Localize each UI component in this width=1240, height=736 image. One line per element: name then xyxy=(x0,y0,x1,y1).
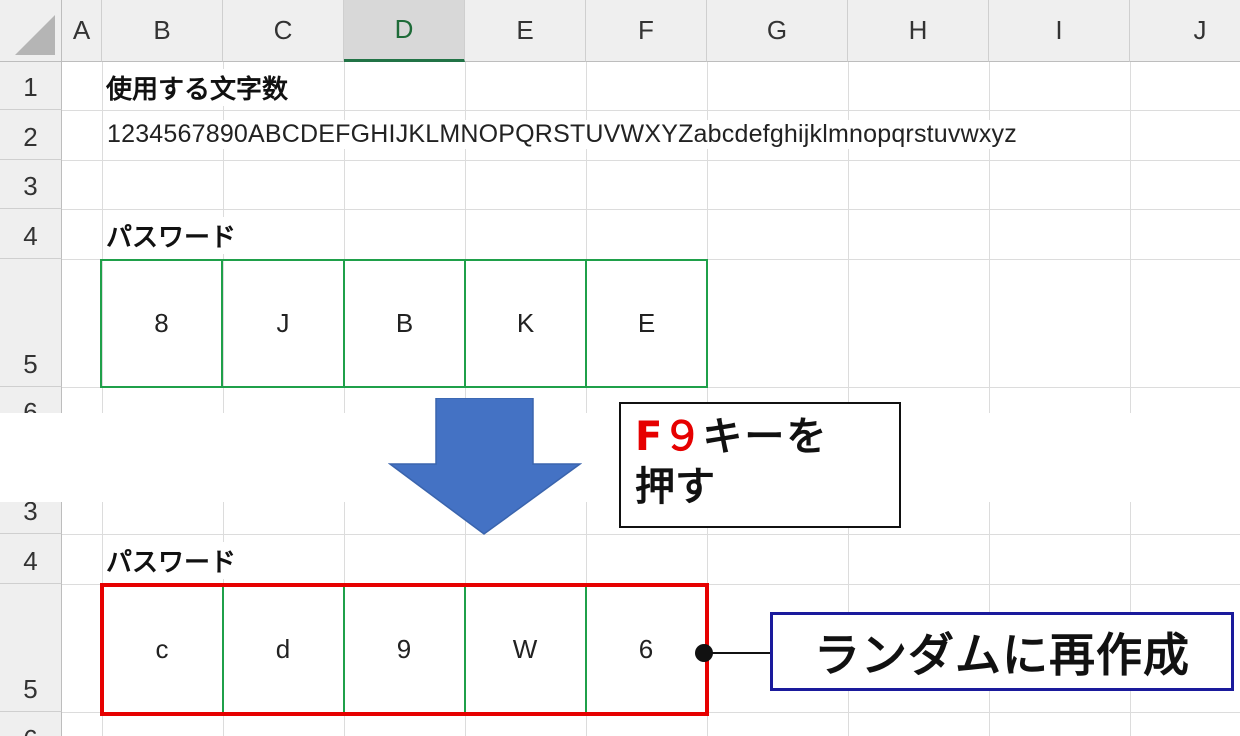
col-header-c[interactable]: C xyxy=(223,0,344,62)
row-header-5[interactable]: 5 xyxy=(0,259,62,387)
select-all-triangle xyxy=(15,15,55,55)
cell-b4-label-bottom[interactable]: パスワード xyxy=(106,542,243,579)
gridline xyxy=(62,160,1240,161)
gridline xyxy=(848,62,849,413)
col-header-a[interactable]: A xyxy=(62,0,102,62)
col-header-f[interactable]: F xyxy=(586,0,707,62)
row-header-3[interactable]: 3 xyxy=(0,502,62,534)
gridline xyxy=(62,534,1240,535)
connector-dot-icon xyxy=(695,644,713,662)
col-header-g[interactable]: G xyxy=(707,0,848,62)
gridline xyxy=(62,110,1240,111)
callout-f9-text-line1: キーを xyxy=(702,414,829,460)
highlight-red-outline xyxy=(100,583,709,716)
down-arrow-icon xyxy=(388,398,582,535)
row-header-4[interactable]: 4 xyxy=(0,209,62,259)
col-header-h[interactable]: H xyxy=(848,0,989,62)
select-all-corner[interactable] xyxy=(0,0,62,62)
cell-b4-label[interactable]: パスワード xyxy=(106,217,243,254)
gridline xyxy=(62,209,1240,210)
password-cell-c5[interactable]: J xyxy=(221,259,345,388)
password-cell-d5[interactable]: B xyxy=(343,259,466,388)
callout-press-f9: F９キーを 押す xyxy=(619,402,901,528)
row-header-2[interactable]: 2 xyxy=(0,110,62,160)
row-header-1[interactable]: 1 xyxy=(0,62,62,110)
col-header-e[interactable]: E xyxy=(465,0,586,62)
callout-regenerate: ランダムに再作成 xyxy=(770,612,1234,691)
f9-key-label: F９ xyxy=(635,414,703,460)
col-header-i[interactable]: I xyxy=(989,0,1130,62)
row-header-3[interactable]: 3 xyxy=(0,160,62,209)
cell-b2-char-list[interactable]: 1234567890ABCDEFGHIJKLMNOPQRSTUVWXYZabcd… xyxy=(107,120,1017,149)
gridline xyxy=(1130,62,1131,413)
password-cell-e5[interactable]: K xyxy=(464,259,587,388)
col-header-b[interactable]: B xyxy=(102,0,223,62)
password-cell-f5[interactable]: E xyxy=(585,259,708,388)
col-header-d[interactable]: D xyxy=(344,0,465,62)
spreadsheet-top: A B C D E F G H I J 1 2 3 4 5 6 使用する文字数 … xyxy=(0,0,1240,413)
callout-f9-text-line2: 押す xyxy=(635,464,715,510)
row-header-5[interactable]: 5 xyxy=(0,584,62,712)
password-cell-b5[interactable]: 8 xyxy=(100,259,223,388)
row-header-6[interactable]: 6 xyxy=(0,712,62,736)
cell-b1-label[interactable]: 使用する文字数 xyxy=(106,69,295,106)
gridline xyxy=(989,62,990,413)
row-header-4[interactable]: 4 xyxy=(0,534,62,584)
row-header-6[interactable]: 6 xyxy=(0,387,62,413)
connector-line xyxy=(704,652,770,654)
col-header-j[interactable]: J xyxy=(1130,0,1240,62)
